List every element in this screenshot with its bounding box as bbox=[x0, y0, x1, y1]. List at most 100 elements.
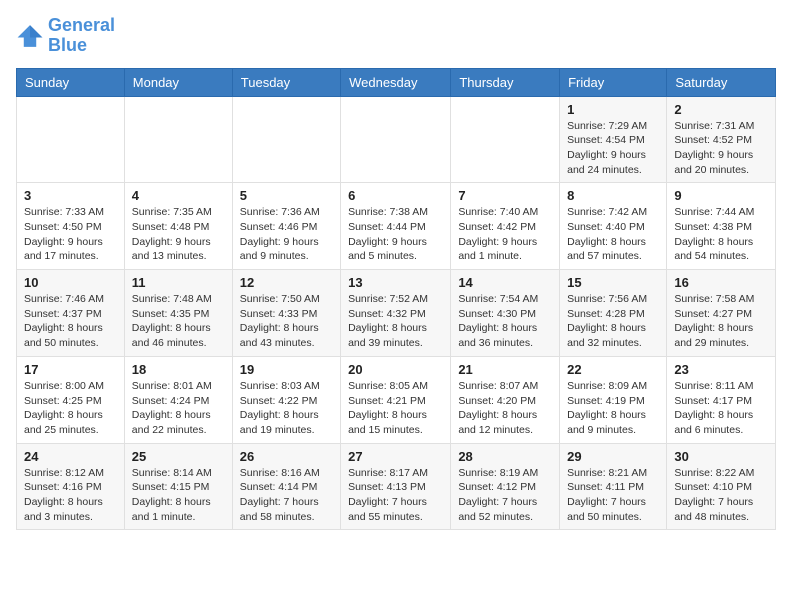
calendar-cell: 8Sunrise: 7:42 AM Sunset: 4:40 PM Daylig… bbox=[560, 183, 667, 270]
day-info: Sunrise: 7:36 AM Sunset: 4:46 PM Dayligh… bbox=[240, 205, 333, 264]
day-number: 12 bbox=[240, 275, 333, 290]
calendar-cell bbox=[341, 96, 451, 183]
day-number: 7 bbox=[458, 188, 552, 203]
day-info: Sunrise: 7:35 AM Sunset: 4:48 PM Dayligh… bbox=[132, 205, 225, 264]
calendar-header-row: SundayMondayTuesdayWednesdayThursdayFrid… bbox=[17, 68, 776, 96]
calendar-cell: 25 Sunrise: 8:14 AM Sunset: 4:15 PM Dayli… bbox=[124, 443, 232, 530]
day-number: 10 bbox=[24, 275, 117, 290]
calendar-cell: 26 Sunrise: 8:16 AM Sunset: 4:14 PM Dayli… bbox=[232, 443, 340, 530]
day-info: Sunrise: 8:11 AM Sunset: 4:17 PM Dayligh… bbox=[674, 379, 768, 438]
weekday-header: Saturday bbox=[667, 68, 776, 96]
day-info: Sunrise: 7:52 AM Sunset: 4:32 PM Dayligh… bbox=[348, 292, 443, 351]
calendar-cell: 11Sunrise: 7:48 AM Sunset: 4:35 PM Dayli… bbox=[124, 270, 232, 357]
day-info: Sunrise: 8:16 AM Sunset: 4:14 PM Dayligh… bbox=[240, 466, 333, 525]
calendar-week-row: 17 Sunrise: 8:00 AM Sunset: 4:25 PM Dayli… bbox=[17, 356, 776, 443]
day-number: 1 bbox=[567, 102, 659, 117]
day-number: 28 bbox=[458, 449, 552, 464]
day-info: Sunrise: 7:38 AM Sunset: 4:44 PM Dayligh… bbox=[348, 205, 443, 264]
calendar-week-row: 1 Sunrise: 7:29 AM Sunset: 4:54 PM Daylig… bbox=[17, 96, 776, 183]
day-number: 4 bbox=[132, 188, 225, 203]
day-info: Sunrise: 8:01 AM Sunset: 4:24 PM Dayligh… bbox=[132, 379, 225, 438]
calendar-cell: 20 Sunrise: 8:05 AM Sunset: 4:21 PM Dayli… bbox=[341, 356, 451, 443]
day-info: Sunrise: 7:50 AM Sunset: 4:33 PM Dayligh… bbox=[240, 292, 333, 351]
calendar-cell: 3 Sunrise: 7:33 AM Sunset: 4:50 PM Daylig… bbox=[17, 183, 125, 270]
day-info: Sunrise: 8:09 AM Sunset: 4:19 PM Dayligh… bbox=[567, 379, 659, 438]
day-number: 13 bbox=[348, 275, 443, 290]
calendar-cell: 18 Sunrise: 8:01 AM Sunset: 4:24 PM Dayli… bbox=[124, 356, 232, 443]
day-info: Sunrise: 7:33 AM Sunset: 4:50 PM Dayligh… bbox=[24, 205, 117, 264]
weekday-header: Thursday bbox=[451, 68, 560, 96]
calendar-cell: 2 Sunrise: 7:31 AM Sunset: 4:52 PM Daylig… bbox=[667, 96, 776, 183]
calendar-cell: 9 Sunrise: 7:44 AM Sunset: 4:38 PM Daylig… bbox=[667, 183, 776, 270]
day-info: Sunrise: 7:54 AM Sunset: 4:30 PM Dayligh… bbox=[458, 292, 552, 351]
calendar-cell: 17 Sunrise: 8:00 AM Sunset: 4:25 PM Dayli… bbox=[17, 356, 125, 443]
calendar-cell: 16 Sunrise: 7:58 AM Sunset: 4:27 PM Dayli… bbox=[667, 270, 776, 357]
calendar-cell: 23 Sunrise: 8:11 AM Sunset: 4:17 PM Dayli… bbox=[667, 356, 776, 443]
day-number: 21 bbox=[458, 362, 552, 377]
calendar-cell: 21 Sunrise: 8:07 AM Sunset: 4:20 PM Dayli… bbox=[451, 356, 560, 443]
day-info: Sunrise: 7:42 AM Sunset: 4:40 PM Dayligh… bbox=[567, 205, 659, 264]
calendar-cell: 28 Sunrise: 8:19 AM Sunset: 4:12 PM Dayli… bbox=[451, 443, 560, 530]
calendar-cell: 6Sunrise: 7:38 AM Sunset: 4:44 PM Daylig… bbox=[341, 183, 451, 270]
day-number: 16 bbox=[674, 275, 768, 290]
calendar-cell bbox=[124, 96, 232, 183]
calendar-week-row: 10Sunrise: 7:46 AM Sunset: 4:37 PM Dayli… bbox=[17, 270, 776, 357]
calendar-cell: 13 Sunrise: 7:52 AM Sunset: 4:32 PM Dayli… bbox=[341, 270, 451, 357]
day-number: 17 bbox=[24, 362, 117, 377]
calendar-cell: 24 Sunrise: 8:12 AM Sunset: 4:16 PM Dayli… bbox=[17, 443, 125, 530]
day-number: 2 bbox=[674, 102, 768, 117]
day-number: 24 bbox=[24, 449, 117, 464]
day-number: 25 bbox=[132, 449, 225, 464]
calendar-cell: 7 Sunrise: 7:40 AM Sunset: 4:42 PM Daylig… bbox=[451, 183, 560, 270]
calendar-table: SundayMondayTuesdayWednesdayThursdayFrid… bbox=[16, 68, 776, 531]
day-info: Sunrise: 7:29 AM Sunset: 4:54 PM Dayligh… bbox=[567, 119, 659, 178]
day-number: 15 bbox=[567, 275, 659, 290]
weekday-header: Friday bbox=[560, 68, 667, 96]
day-number: 22 bbox=[567, 362, 659, 377]
day-number: 26 bbox=[240, 449, 333, 464]
day-number: 3 bbox=[24, 188, 117, 203]
calendar-cell: 30Sunrise: 8:22 AM Sunset: 4:10 PM Dayli… bbox=[667, 443, 776, 530]
calendar-cell: 29Sunrise: 8:21 AM Sunset: 4:11 PM Dayli… bbox=[560, 443, 667, 530]
day-info: Sunrise: 8:19 AM Sunset: 4:12 PM Dayligh… bbox=[458, 466, 552, 525]
weekday-header: Monday bbox=[124, 68, 232, 96]
day-info: Sunrise: 7:58 AM Sunset: 4:27 PM Dayligh… bbox=[674, 292, 768, 351]
day-number: 5 bbox=[240, 188, 333, 203]
calendar-cell: 19 Sunrise: 8:03 AM Sunset: 4:22 PM Dayli… bbox=[232, 356, 340, 443]
day-info: Sunrise: 8:07 AM Sunset: 4:20 PM Dayligh… bbox=[458, 379, 552, 438]
day-number: 23 bbox=[674, 362, 768, 377]
logo-icon bbox=[16, 22, 44, 50]
day-number: 27 bbox=[348, 449, 443, 464]
day-number: 9 bbox=[674, 188, 768, 203]
day-number: 18 bbox=[132, 362, 225, 377]
weekday-header: Tuesday bbox=[232, 68, 340, 96]
day-number: 19 bbox=[240, 362, 333, 377]
calendar-cell bbox=[451, 96, 560, 183]
day-info: Sunrise: 7:31 AM Sunset: 4:52 PM Dayligh… bbox=[674, 119, 768, 178]
calendar-week-row: 24 Sunrise: 8:12 AM Sunset: 4:16 PM Dayli… bbox=[17, 443, 776, 530]
calendar-cell bbox=[17, 96, 125, 183]
day-info: Sunrise: 8:05 AM Sunset: 4:21 PM Dayligh… bbox=[348, 379, 443, 438]
weekday-header: Wednesday bbox=[341, 68, 451, 96]
day-info: Sunrise: 8:12 AM Sunset: 4:16 PM Dayligh… bbox=[24, 466, 117, 525]
calendar-cell: 5 Sunrise: 7:36 AM Sunset: 4:46 PM Daylig… bbox=[232, 183, 340, 270]
day-info: Sunrise: 8:03 AM Sunset: 4:22 PM Dayligh… bbox=[240, 379, 333, 438]
day-number: 14 bbox=[458, 275, 552, 290]
page-header: General Blue bbox=[16, 16, 776, 56]
day-info: Sunrise: 8:14 AM Sunset: 4:15 PM Dayligh… bbox=[132, 466, 225, 525]
calendar-cell: 15Sunrise: 7:56 AM Sunset: 4:28 PM Dayli… bbox=[560, 270, 667, 357]
day-number: 29 bbox=[567, 449, 659, 464]
calendar-cell: 4 Sunrise: 7:35 AM Sunset: 4:48 PM Daylig… bbox=[124, 183, 232, 270]
day-info: Sunrise: 8:00 AM Sunset: 4:25 PM Dayligh… bbox=[24, 379, 117, 438]
logo-text: General Blue bbox=[48, 16, 115, 56]
calendar-week-row: 3 Sunrise: 7:33 AM Sunset: 4:50 PM Daylig… bbox=[17, 183, 776, 270]
day-number: 11 bbox=[132, 275, 225, 290]
calendar-cell: 22 Sunrise: 8:09 AM Sunset: 4:19 PM Dayli… bbox=[560, 356, 667, 443]
day-number: 20 bbox=[348, 362, 443, 377]
day-info: Sunrise: 7:44 AM Sunset: 4:38 PM Dayligh… bbox=[674, 205, 768, 264]
calendar-cell: 1 Sunrise: 7:29 AM Sunset: 4:54 PM Daylig… bbox=[560, 96, 667, 183]
calendar-cell: 27Sunrise: 8:17 AM Sunset: 4:13 PM Dayli… bbox=[341, 443, 451, 530]
day-info: Sunrise: 8:22 AM Sunset: 4:10 PM Dayligh… bbox=[674, 466, 768, 525]
calendar-cell bbox=[232, 96, 340, 183]
day-info: Sunrise: 7:40 AM Sunset: 4:42 PM Dayligh… bbox=[458, 205, 552, 264]
